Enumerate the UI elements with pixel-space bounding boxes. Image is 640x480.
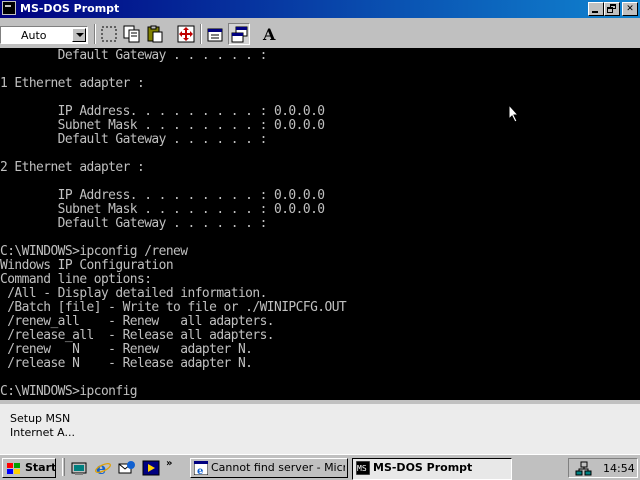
copy-icon (123, 25, 140, 43)
quick-launch-more-button[interactable]: » (166, 458, 172, 469)
toolbar-separator (200, 24, 202, 44)
properties-icon (207, 28, 223, 42)
setup-msn-icon-label[interactable]: Setup MSN Internet A... (10, 412, 75, 440)
full-screen-button[interactable] (175, 23, 197, 45)
toolbar-separator (94, 24, 96, 44)
full-screen-icon (177, 25, 195, 43)
properties-button[interactable] (205, 23, 227, 45)
quick-launch-grip[interactable] (62, 458, 65, 476)
minimize-button[interactable] (588, 2, 604, 16)
font-size-select[interactable]: Auto (0, 26, 88, 44)
close-button[interactable]: ✕ (622, 2, 638, 16)
windows-logo-icon (7, 463, 20, 474)
font-button[interactable]: A (258, 23, 280, 45)
desktop (0, 404, 640, 456)
taskbar-item-label: MS-DOS Prompt (373, 461, 473, 474)
mouse-pointer-icon (508, 104, 520, 123)
console-output[interactable]: Default Gateway . . . . . . : 1 Ethernet… (0, 48, 640, 400)
network-icon[interactable] (575, 461, 593, 477)
svg-text:MS: MS (357, 464, 367, 473)
ms-dos-icon[interactable] (2, 1, 16, 15)
taskbar-item-ms-dos-prompt[interactable]: MS MS-DOS Prompt (352, 458, 512, 480)
background-icon (231, 26, 248, 43)
minimize-icon (592, 11, 598, 13)
copy-button[interactable] (121, 23, 143, 45)
msn-label-line-2: Internet A... (10, 426, 75, 439)
taskbar-item-label: Cannot find server - Micros... (211, 461, 345, 474)
mark-icon (101, 26, 117, 42)
background-button[interactable] (228, 23, 250, 45)
font-icon: A (262, 25, 276, 43)
start-button[interactable]: Start (2, 458, 56, 478)
outlook-express-icon[interactable] (118, 459, 136, 477)
restore-button[interactable] (604, 2, 620, 16)
ms-dos-icon: MS (356, 461, 370, 475)
paste-button[interactable] (144, 23, 166, 45)
system-tray: 14:54 (568, 458, 638, 478)
show-desktop-icon[interactable] (70, 459, 88, 477)
msn-label-line-1: Setup MSN (10, 412, 71, 425)
ms-dos-window: MS-DOS Prompt ✕ Auto A Default Gateway .… (0, 0, 640, 404)
clock[interactable]: 14:54 (603, 462, 635, 475)
internet-explorer-icon[interactable]: e (94, 459, 112, 477)
chevron-down-icon[interactable] (72, 28, 86, 42)
svg-text:A: A (262, 25, 276, 43)
mark-button[interactable] (98, 23, 120, 45)
console-text: Default Gateway . . . . . . : 1 Ethernet… (0, 48, 347, 399)
font-size-value: Auto (21, 29, 47, 42)
taskbar: Start e » e Cannot find server - Micros.… (0, 454, 640, 480)
start-label: Start (25, 461, 57, 474)
window-title: MS-DOS Prompt (20, 2, 120, 15)
toolbar: Auto A (0, 20, 640, 48)
windows-media-player-icon[interactable] (142, 459, 160, 477)
restore-icon-front (607, 7, 613, 13)
svg-text:e: e (197, 466, 203, 475)
title-bar[interactable]: MS-DOS Prompt ✕ (0, 0, 640, 18)
paste-icon (147, 25, 163, 43)
ie-window-icon: e (194, 461, 208, 475)
taskbar-item-internet-explorer[interactable]: e Cannot find server - Micros... (190, 458, 348, 478)
